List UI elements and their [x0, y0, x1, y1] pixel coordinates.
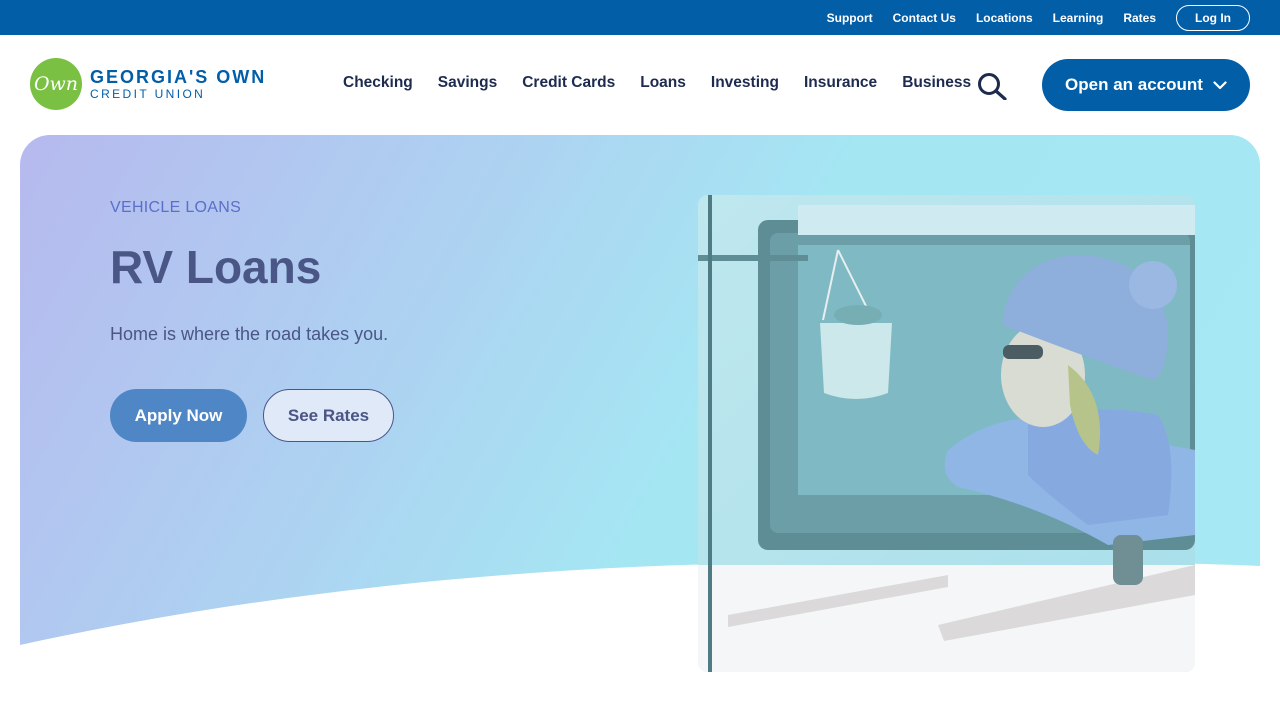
- open-account-button[interactable]: Open an account: [1042, 59, 1250, 111]
- logo-name: GEORGIA'S OWN: [90, 67, 267, 87]
- nav-item-business[interactable]: Business: [902, 74, 971, 92]
- utility-bar: Support Contact Us Locations Learning Ra…: [0, 0, 1280, 35]
- utility-links: Support Contact Us Locations Learning Ra…: [827, 11, 1156, 25]
- site-logo[interactable]: Own GEORGIA'S OWN CREDIT UNION: [30, 58, 266, 110]
- see-rates-button[interactable]: See Rates: [263, 389, 394, 442]
- main-nav: Checking Savings Credit Cards Loans Inve…: [343, 74, 971, 92]
- logo-mark: Own: [30, 58, 82, 110]
- utility-link-contact-us[interactable]: Contact Us: [893, 11, 956, 25]
- hero-subtitle: Home is where the road takes you.: [110, 324, 389, 344]
- nav-item-insurance[interactable]: Insurance: [804, 74, 877, 92]
- rv-window-photo: [698, 195, 1195, 672]
- utility-link-support[interactable]: Support: [827, 11, 873, 25]
- logo-subname: CREDIT UNION: [90, 87, 206, 101]
- utility-link-learning[interactable]: Learning: [1053, 11, 1104, 25]
- nav-item-savings[interactable]: Savings: [438, 74, 497, 92]
- hero-eyebrow: VEHICLE LOANS: [110, 199, 242, 216]
- apply-now-button[interactable]: Apply Now: [110, 389, 247, 442]
- main-header: Own GEORGIA'S OWN CREDIT UNION Checking …: [0, 35, 1280, 135]
- login-button[interactable]: Log In: [1176, 4, 1250, 31]
- search-icon: [978, 73, 1007, 101]
- nav-item-investing[interactable]: Investing: [711, 74, 779, 92]
- nav-item-credit-cards[interactable]: Credit Cards: [522, 74, 615, 92]
- logo-text: GEORGIA'S OWN CREDIT UNION: [90, 67, 266, 101]
- utility-link-rates[interactable]: Rates: [1123, 11, 1156, 25]
- page-title: RV Loans: [110, 241, 322, 293]
- utility-link-locations[interactable]: Locations: [976, 11, 1033, 25]
- nav-item-loans[interactable]: Loans: [640, 74, 686, 92]
- nav-item-checking[interactable]: Checking: [343, 74, 413, 92]
- chevron-down-icon: [1213, 80, 1227, 89]
- search-button[interactable]: [976, 72, 1008, 101]
- open-account-label: Open an account: [1065, 75, 1203, 94]
- hero-image: [698, 195, 1195, 672]
